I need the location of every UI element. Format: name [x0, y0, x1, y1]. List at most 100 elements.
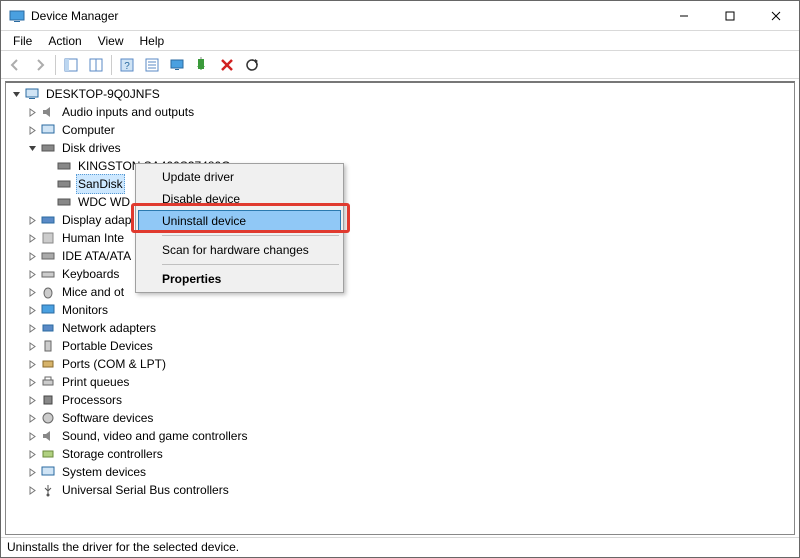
disk-icon: [56, 176, 72, 192]
menu-bar: File Action View Help: [1, 31, 799, 51]
forward-button[interactable]: [28, 53, 52, 77]
show-hide-tree-button[interactable]: [59, 53, 83, 77]
chevron-right-icon[interactable]: [26, 340, 38, 352]
tree-node-display[interactable]: Display adap: [10, 211, 794, 229]
tree-label: Processors: [60, 391, 124, 409]
usb-icon: [40, 482, 56, 498]
tree-node-keyboards[interactable]: Keyboards: [10, 265, 794, 283]
software-icon: [40, 410, 56, 426]
tree-node-ports[interactable]: Ports (COM & LPT): [10, 355, 794, 373]
tree-node-sound[interactable]: Sound, video and game controllers: [10, 427, 794, 445]
chevron-down-icon[interactable]: [10, 88, 22, 100]
system-icon: [40, 464, 56, 480]
chevron-right-icon[interactable]: [26, 394, 38, 406]
chevron-right-icon[interactable]: [26, 358, 38, 370]
twisty-empty: [42, 160, 54, 172]
tree-node-printq[interactable]: Print queues: [10, 373, 794, 391]
chevron-right-icon[interactable]: [26, 106, 38, 118]
chevron-right-icon[interactable]: [26, 430, 38, 442]
device-manager-icon: [9, 8, 25, 24]
context-separator: [162, 235, 339, 236]
tree-node-network[interactable]: Network adapters: [10, 319, 794, 337]
tree-node-software[interactable]: Software devices: [10, 409, 794, 427]
minimize-button[interactable]: [661, 1, 707, 31]
chevron-down-icon[interactable]: [26, 142, 38, 154]
device-tree[interactable]: DESKTOP-9Q0JNFS Audio inputs and outputs…: [6, 83, 794, 501]
scan-hardware-button[interactable]: [240, 53, 264, 77]
tree-label: Portable Devices: [60, 337, 155, 355]
audio-icon: [40, 104, 56, 120]
context-item-label: Uninstall device: [162, 214, 246, 228]
monitor-button[interactable]: [165, 53, 189, 77]
panel2-button[interactable]: [84, 53, 108, 77]
enable-device-button[interactable]: [190, 53, 214, 77]
chevron-right-icon[interactable]: [26, 376, 38, 388]
maximize-button[interactable]: [707, 1, 753, 31]
tree-label: Universal Serial Bus controllers: [60, 481, 231, 499]
toolbar-divider: [111, 55, 112, 75]
chevron-right-icon[interactable]: [26, 484, 38, 496]
menu-view[interactable]: View: [90, 34, 132, 48]
tree-node-portable[interactable]: Portable Devices: [10, 337, 794, 355]
context-item-label: Scan for hardware changes: [162, 243, 309, 257]
context-properties[interactable]: Properties: [138, 268, 341, 290]
twisty-empty: [42, 196, 54, 208]
ide-icon: [40, 248, 56, 264]
menu-action[interactable]: Action: [40, 34, 89, 48]
menu-file[interactable]: File: [5, 34, 40, 48]
tree-node-disk-wdc[interactable]: WDC WD: [10, 193, 794, 211]
chevron-right-icon[interactable]: [26, 214, 38, 226]
device-tree-panel: DESKTOP-9Q0JNFS Audio inputs and outputs…: [5, 81, 795, 535]
toolbar-divider: [55, 55, 56, 75]
tree-node-computer[interactable]: Computer: [10, 121, 794, 139]
tree-node-hid[interactable]: Human Inte: [10, 229, 794, 247]
tree-node-audio[interactable]: Audio inputs and outputs: [10, 103, 794, 121]
chevron-right-icon[interactable]: [26, 250, 38, 262]
menu-help[interactable]: Help: [132, 34, 173, 48]
tree-node-system[interactable]: System devices: [10, 463, 794, 481]
tree-node-storage[interactable]: Storage controllers: [10, 445, 794, 463]
context-separator: [162, 264, 339, 265]
chevron-right-icon[interactable]: [26, 268, 38, 280]
tree-node-monitors[interactable]: Monitors: [10, 301, 794, 319]
tree-node-disk-drives[interactable]: Disk drives: [10, 139, 794, 157]
help-button[interactable]: ?: [115, 53, 139, 77]
toolbar: ?: [1, 51, 799, 79]
chevron-right-icon[interactable]: [26, 412, 38, 424]
svg-text:?: ?: [124, 61, 130, 72]
back-button[interactable]: [3, 53, 27, 77]
chevron-right-icon[interactable]: [26, 124, 38, 136]
tree-label: Network adapters: [60, 319, 158, 337]
tree-node-usb[interactable]: Universal Serial Bus controllers: [10, 481, 794, 499]
context-update-driver[interactable]: Update driver: [138, 166, 341, 188]
chevron-right-icon[interactable]: [26, 232, 38, 244]
storage-icon: [40, 446, 56, 462]
chevron-right-icon[interactable]: [26, 322, 38, 334]
tree-node-disk-sandisk[interactable]: SanDisk: [10, 175, 794, 193]
chevron-right-icon[interactable]: [26, 448, 38, 460]
properties-button[interactable]: [140, 53, 164, 77]
tree-label: Audio inputs and outputs: [60, 103, 196, 121]
tree-label: WDC WD: [76, 193, 132, 211]
display-adapter-icon: [40, 212, 56, 228]
context-scan-hardware[interactable]: Scan for hardware changes: [138, 239, 341, 261]
chevron-right-icon[interactable]: [26, 304, 38, 316]
tree-label: Storage controllers: [60, 445, 165, 463]
chevron-right-icon[interactable]: [26, 286, 38, 298]
context-disable-device[interactable]: Disable device: [138, 188, 341, 210]
context-uninstall-device[interactable]: Uninstall device: [138, 210, 341, 232]
close-button[interactable]: [753, 1, 799, 31]
uninstall-button[interactable]: [215, 53, 239, 77]
tree-label: Disk drives: [60, 139, 123, 157]
tree-node-ide[interactable]: IDE ATA/ATA: [10, 247, 794, 265]
disk-icon: [56, 194, 72, 210]
tree-node-mice[interactable]: Mice and ot: [10, 283, 794, 301]
chevron-right-icon[interactable]: [26, 466, 38, 478]
disk-icon: [56, 158, 72, 174]
tree-node-processors[interactable]: Processors: [10, 391, 794, 409]
portable-icon: [40, 338, 56, 354]
tree-node-disk-kingston[interactable]: KINGSTON SA400S37480G: [10, 157, 794, 175]
context-menu: Update driver Disable device Uninstall d…: [135, 163, 344, 293]
title-bar: Device Manager: [1, 1, 799, 31]
tree-root[interactable]: DESKTOP-9Q0JNFS: [10, 85, 794, 103]
